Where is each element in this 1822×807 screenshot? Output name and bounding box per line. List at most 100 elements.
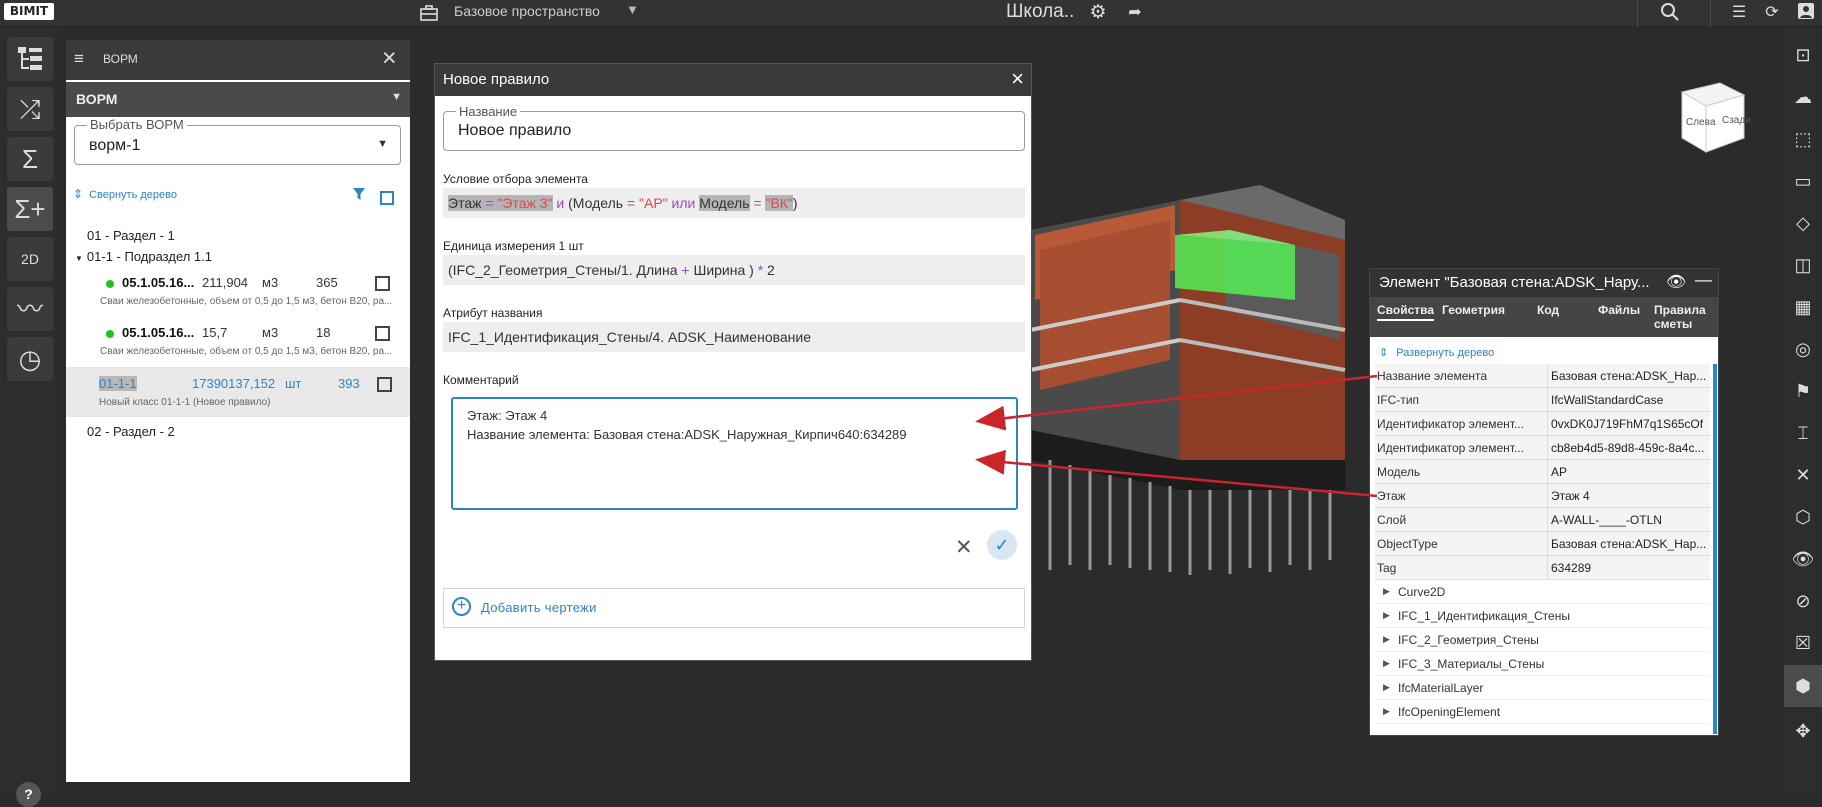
sync-icon[interactable]: ⟳ xyxy=(1761,2,1783,24)
chevron-down-icon[interactable]: ▼ xyxy=(626,2,639,17)
table-row[interactable]: Этаж Этаж 4 xyxy=(1375,484,1710,508)
minimize-icon[interactable]: — xyxy=(1695,270,1712,290)
group-label: IFC_3_Материалы_Стены xyxy=(1398,657,1545,671)
chart-icon[interactable]: 〰 xyxy=(7,287,53,331)
eye-off-icon[interactable]: ⊘ xyxy=(1789,587,1817,615)
tree-section-2[interactable]: 02 - Раздел - 2 xyxy=(87,424,175,439)
tab-geometry[interactable]: Геометрия xyxy=(1442,303,1505,317)
focus-icon[interactable]: ⊡ xyxy=(1789,41,1817,69)
cube-icon[interactable]: ⬢ xyxy=(1784,665,1822,707)
grid-cross-icon[interactable]: ✕ xyxy=(1789,461,1817,489)
tree-leaf-item-selected[interactable]: 01-1-1 17390137,152 шт 393 Новый класс 0… xyxy=(66,367,410,417)
condition-expression[interactable]: Этаж = "Этаж 3" и (Модель = "АР" или Мод… xyxy=(443,188,1025,218)
tree-leaf-item[interactable]: 05.1.05.16... 211,904 м3 365 Сваи железо… xyxy=(66,266,410,316)
property-group[interactable]: ▶ IFC_1_Идентификация_Стены xyxy=(1375,604,1710,628)
vorm-panel-title: ВОРМ xyxy=(103,52,138,66)
filter-icon[interactable] xyxy=(352,187,366,205)
view-cube[interactable]: Слева Сзади xyxy=(1672,80,1750,155)
list-icon[interactable]: ☰ xyxy=(1728,2,1750,24)
sum-icon[interactable]: Σ xyxy=(7,137,53,181)
collapse-tree-button[interactable]: ⇕ Свернуть дерево xyxy=(73,187,177,201)
orbit-icon[interactable]: ✥ xyxy=(1789,717,1817,745)
add-drawings-button[interactable]: + Добавить чертежи xyxy=(443,588,1025,628)
property-group[interactable]: ▶ IFC_3_Материалы_Стены xyxy=(1375,652,1710,676)
table-row[interactable]: Слой A-WALL-____-OTLN xyxy=(1375,508,1710,532)
table-row[interactable]: Идентификатор элемент... 0vxDK0J719FhM7q1… xyxy=(1375,412,1710,436)
property-group[interactable]: ▶ IfcOpeningElement xyxy=(1375,700,1710,724)
shuffle-icon[interactable]: ⤮ xyxy=(7,87,53,131)
prop-value: cb8eb4d5-89d8-459c-8a4c... xyxy=(1551,441,1705,455)
table-row[interactable]: ObjectType Базовая стена:ADSK_Нар... xyxy=(1375,532,1710,556)
tab-properties[interactable]: Свойства xyxy=(1377,303,1435,321)
item-unit: м3 xyxy=(262,275,279,290)
tab-files[interactable]: Файлы xyxy=(1598,303,1640,317)
2d-view-icon[interactable]: 2D xyxy=(7,237,53,281)
section-plane-icon[interactable]: ◇ xyxy=(1789,209,1817,237)
caret-right-icon: ▶ xyxy=(1383,586,1390,596)
search-icon[interactable] xyxy=(1659,2,1681,24)
eye-icon[interactable]: 👁 xyxy=(1666,272,1686,292)
tree-subsection[interactable]: ▼ 01-1 - Подраздел 1.1 xyxy=(75,249,212,264)
vorm-dropdown[interactable]: ВОРМ ▼ xyxy=(66,82,410,117)
layout-icon[interactable] xyxy=(380,191,394,205)
sum-plus-icon[interactable]: Σ+ xyxy=(7,187,53,231)
tree-section-1[interactable]: 01 - Раздел - 1 xyxy=(87,228,175,243)
property-group[interactable]: ▶ Curve2D xyxy=(1375,580,1710,604)
table-row[interactable]: Модель АР xyxy=(1375,460,1710,484)
left-toolbar: ⤮ Σ Σ+ 2D 〰 ◷ ? xyxy=(0,27,60,807)
vorm-select[interactable]: Выбрать ВОРМ ворм-1 ▼ xyxy=(74,117,401,165)
group-label: Curve2D xyxy=(1398,585,1446,599)
close-icon[interactable]: × xyxy=(1011,66,1024,92)
item-unit: м3 xyxy=(262,325,279,340)
tree-structure-icon[interactable] xyxy=(7,37,53,81)
unit-expression[interactable]: (IFC_2_Геометрия_Стены/1. Длина + Ширина… xyxy=(443,255,1025,285)
property-group[interactable]: ▶ IfcMaterialLayer xyxy=(1375,676,1710,700)
floor-plan-icon[interactable]: ▦ xyxy=(1789,293,1817,321)
table-row[interactable]: Идентификатор элемент... cb8eb4d5-89d8-45… xyxy=(1375,436,1710,460)
help-icon[interactable]: ? xyxy=(16,782,41,807)
name-attr-expression[interactable]: IFC_1_Идентификация_Стены/4. ADSK_Наимен… xyxy=(443,322,1025,352)
layout-icon[interactable] xyxy=(375,326,390,341)
tab-code[interactable]: Код xyxy=(1537,303,1559,317)
close-icon[interactable]: × xyxy=(382,44,397,73)
workspace-selector[interactable]: Базовое пространство xyxy=(454,3,600,19)
ruler-icon[interactable]: ▭ xyxy=(1789,167,1817,195)
tab-estimate-rules[interactable]: Правила сметы xyxy=(1654,303,1714,331)
clear-selection-icon[interactable]: ☒ xyxy=(1789,629,1817,657)
prop-key: Название элемента xyxy=(1377,369,1488,383)
share-icon[interactable]: ➦ xyxy=(1124,2,1146,24)
item-description: Новый класс 01-1-1 (Новое правило) xyxy=(99,397,271,408)
comment-textarea[interactable]: Этаж: Этаж 4 Название элемента: Базовая … xyxy=(451,397,1018,510)
new-rule-dialog: Новое правило × Название Новое правило У… xyxy=(434,63,1032,661)
layout-icon[interactable] xyxy=(375,276,390,291)
3d-model-viewport[interactable] xyxy=(1030,160,1370,580)
property-group[interactable]: ▶ IFC_2_Геометрия_Стены xyxy=(1375,628,1710,652)
item-description: Сваи железобетонные, объем от 0,5 до 1,5… xyxy=(100,296,393,307)
isolate-icon[interactable]: ⬡ xyxy=(1789,503,1817,531)
table-row[interactable]: Tag 634289 xyxy=(1375,556,1710,580)
prop-value: 634289 xyxy=(1551,561,1592,575)
cancel-icon[interactable]: ✕ xyxy=(955,535,973,560)
select-box-icon[interactable]: ⬚ xyxy=(1789,125,1817,153)
expand-tree-button[interactable]: ⇕ Развернуть дерево xyxy=(1379,346,1494,359)
split-view-icon[interactable]: ◫ xyxy=(1789,251,1817,279)
layout-icon[interactable] xyxy=(377,377,392,392)
table-row[interactable]: Название элемента Базовая стена:ADSK_Нар.… xyxy=(1375,364,1710,388)
briefcase-icon[interactable] xyxy=(418,2,440,24)
target-icon[interactable]: ◎ xyxy=(1789,335,1817,363)
scrollbar[interactable] xyxy=(1713,364,1717,734)
gear-icon[interactable]: ⚙ xyxy=(1087,2,1109,24)
tree-leaf-item[interactable]: 05.1.05.16... 15,7 м3 18 Сваи железобето… xyxy=(66,316,410,366)
rule-name-field[interactable]: Название Новое правило xyxy=(443,104,1025,151)
dimension-icon[interactable]: ⌶ xyxy=(1789,419,1817,447)
unit-label: Единица измерения 1 шт xyxy=(443,239,584,253)
table-row[interactable]: IFC-тип IfcWallStandardCase xyxy=(1375,388,1710,412)
speedometer-icon[interactable]: ◷ xyxy=(7,337,53,381)
eye-icon[interactable]: 👁 xyxy=(1789,545,1817,573)
user-icon[interactable] xyxy=(1795,2,1817,24)
flag-icon[interactable]: ⚑ xyxy=(1789,377,1817,405)
unit-token: (IFC_2_Геометрия_Стены/1. Длина xyxy=(448,262,678,278)
menu-icon[interactable]: ≡ xyxy=(74,49,84,69)
cloud-upload-icon[interactable]: ☁ xyxy=(1789,83,1817,111)
confirm-check-icon[interactable]: ✓ xyxy=(987,530,1017,560)
